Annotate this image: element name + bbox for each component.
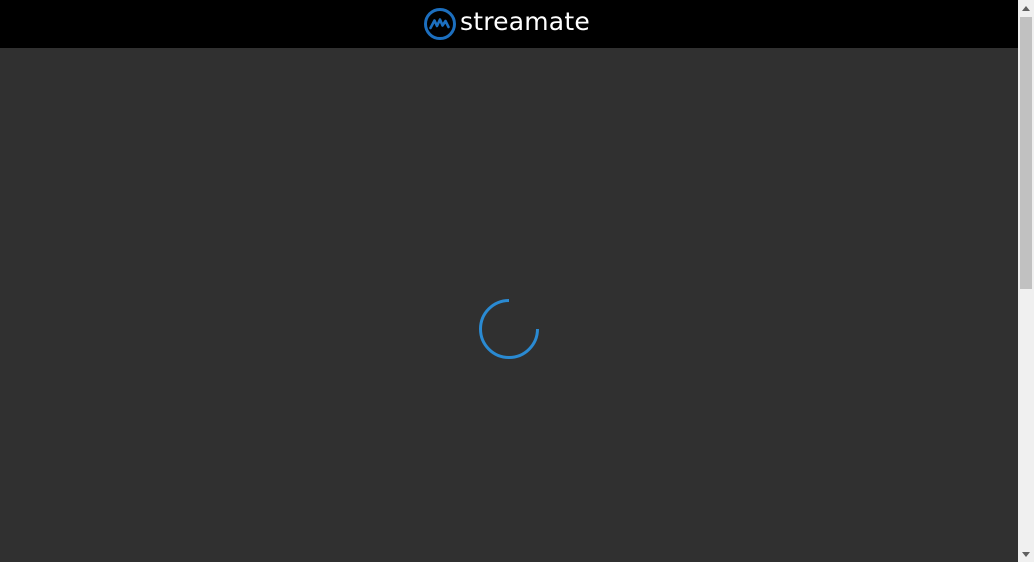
top-header-bar: streamate bbox=[0, 0, 1018, 48]
streamate-logo-icon bbox=[424, 8, 456, 40]
scrollbar-thumb[interactable] bbox=[1020, 17, 1032, 289]
scroll-down-arrow-icon[interactable] bbox=[1018, 546, 1034, 562]
brand-logo-link[interactable]: streamate bbox=[424, 7, 590, 41]
page-viewport: streamate bbox=[0, 0, 1018, 562]
brand-name: streamate bbox=[460, 7, 590, 36]
loading-spinner-icon bbox=[479, 299, 539, 359]
vertical-scrollbar[interactable] bbox=[1018, 0, 1034, 562]
scroll-up-arrow-icon[interactable] bbox=[1018, 0, 1034, 16]
